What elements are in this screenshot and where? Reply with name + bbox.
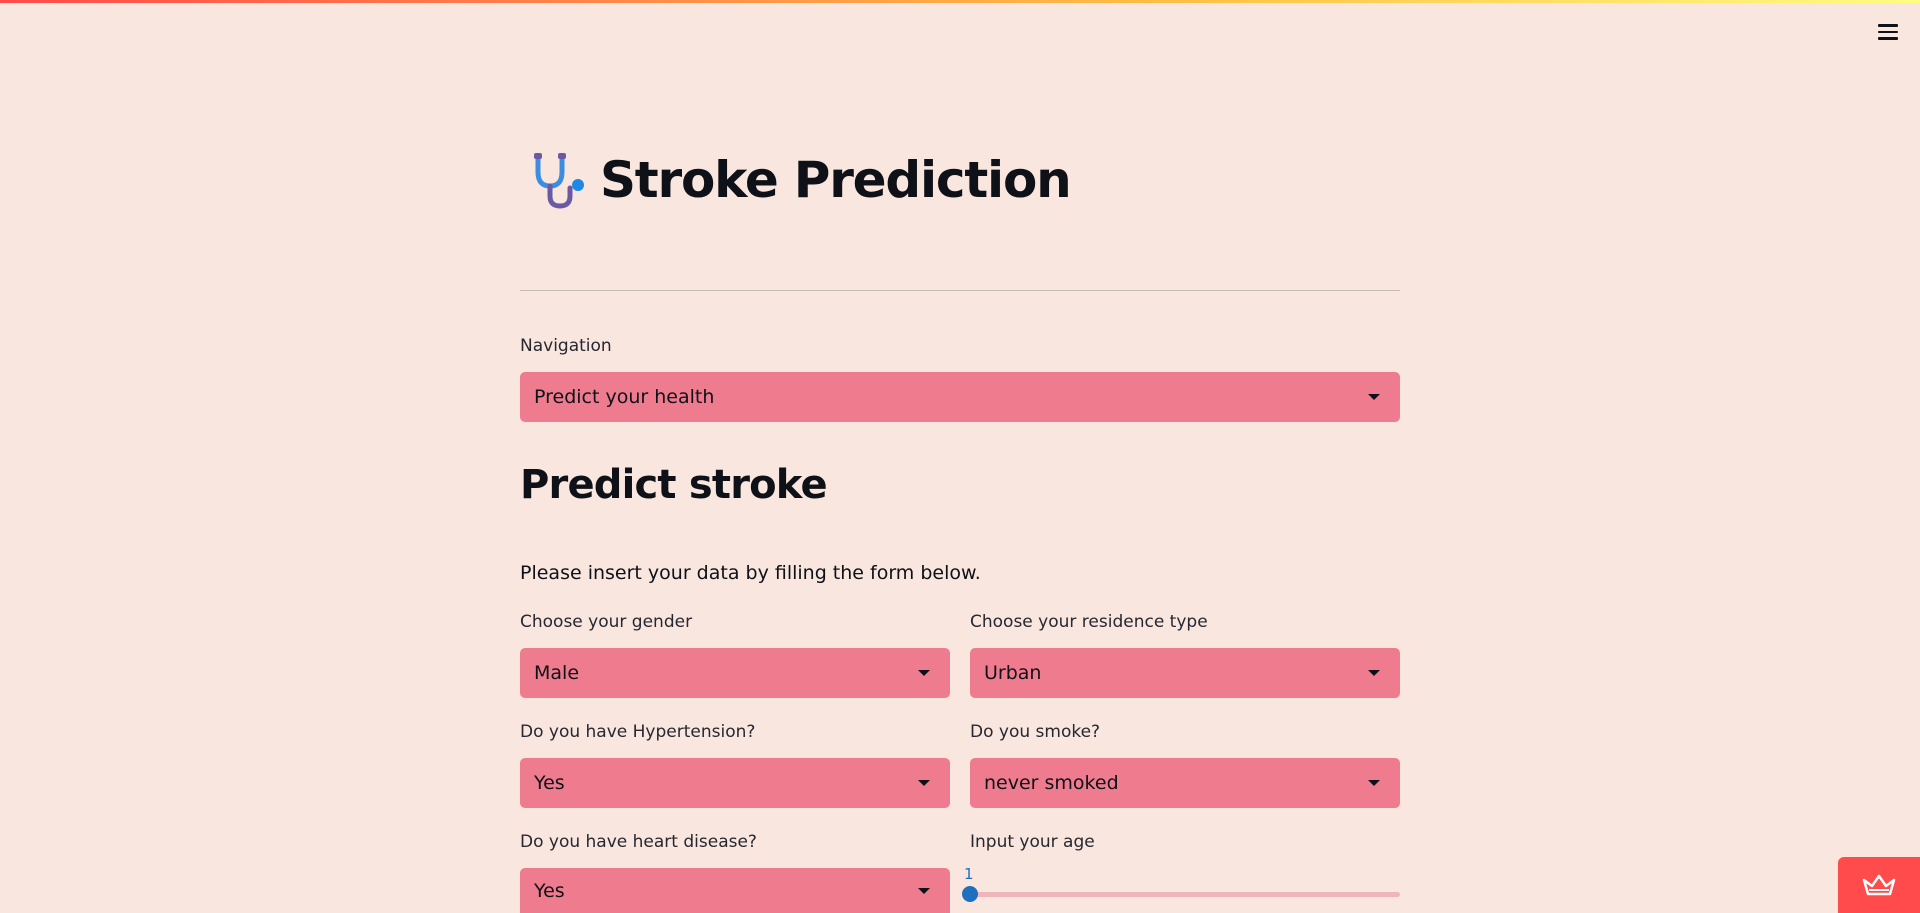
navigation-select[interactable]: Predict your health [520,372,1400,422]
heart-disease-selected-value: Yes [534,879,565,902]
gender-select[interactable]: Male [520,648,950,698]
smoke-select[interactable]: never smoked [970,758,1400,808]
chevron-down-icon [1368,780,1380,786]
section-intro: Please insert your data by filling the f… [520,562,981,584]
gender-selected-value: Male [534,662,580,684]
chevron-down-icon [918,780,930,786]
gender-label: Choose your gender [520,612,693,632]
chevron-down-icon [918,887,930,894]
age-label: Input your age [970,832,1095,852]
navigation-label: Navigation [520,336,612,356]
chevron-down-icon [1368,670,1380,676]
hypertension-selected-value: Yes [534,772,565,794]
section-title: Predict stroke [520,462,828,508]
main-menu-button[interactable] [1876,22,1900,42]
hypertension-select[interactable]: Yes [520,758,950,808]
residence-selected-value: Urban [984,662,1042,684]
heart-disease-label: Do you have heart disease? [520,832,757,852]
chevron-down-icon [918,670,930,676]
hamburger-menu-icon [1878,24,1898,27]
hypertension-label: Do you have Hypertension? [520,722,756,742]
header-divider [520,290,1400,291]
residence-select[interactable]: Urban [970,648,1400,698]
streamlit-badge-button[interactable] [1838,857,1920,913]
chevron-down-icon [1368,394,1380,400]
heart-disease-select[interactable]: Yes [520,868,950,913]
age-slider-track[interactable] [970,892,1400,897]
smoke-label: Do you smoke? [970,722,1101,742]
page-header: Stroke Prediction [530,145,1072,215]
age-slider-thumb[interactable] [962,886,978,902]
smoke-selected-value: never smoked [984,772,1119,794]
top-decoration-bar [0,0,1920,3]
age-slider-value: 1 [964,865,974,883]
navigation-selected-value: Predict your health [534,386,715,408]
crown-icon [1862,874,1896,896]
stethoscope-icon [534,153,584,209]
residence-label: Choose your residence type [970,612,1208,632]
page-title: Stroke Prediction [600,151,1072,209]
